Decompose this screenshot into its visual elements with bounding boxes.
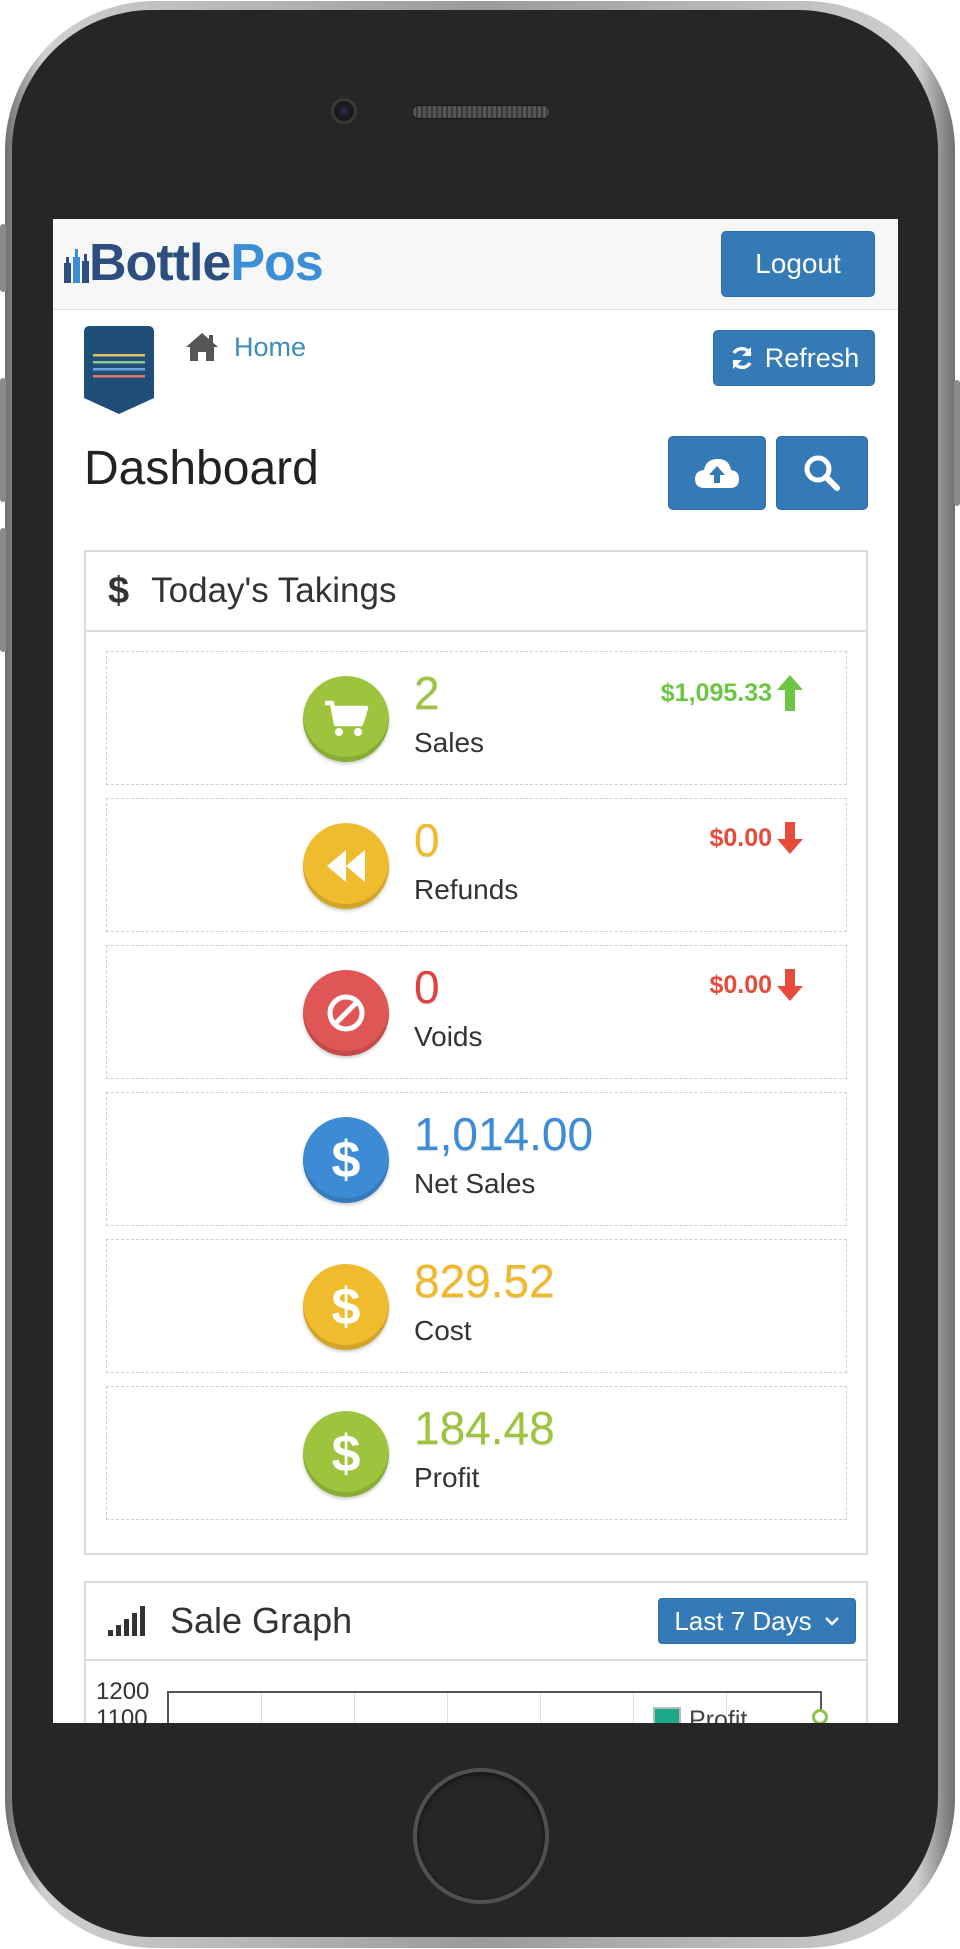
earpiece-speaker: [412, 105, 550, 119]
chart-legend: Profit: [653, 1706, 747, 1723]
ban-icon: [303, 970, 389, 1056]
sale-graph-panel: Sale Graph Last 7 Days 1200 1100 Profit: [84, 1581, 868, 1723]
breadcrumb-home-link[interactable]: Home: [184, 331, 306, 363]
sales-count: 2: [414, 667, 440, 719]
refunds-amount: $0.00: [709, 823, 772, 852]
cart-icon: [303, 676, 389, 762]
menu-toggle-icon[interactable]: [84, 326, 154, 414]
rewind-icon: [303, 823, 389, 909]
grid-line: [633, 1693, 634, 1723]
arrow-down-icon: [777, 969, 803, 1001]
bottlepos-logo[interactable]: Bottle Pos: [63, 233, 324, 293]
voids-amount: $0.00: [709, 970, 772, 999]
brand-name-part2: Pos: [230, 234, 323, 292]
legend-label-profit: Profit: [689, 1706, 748, 1723]
voids-trend: $0.00: [709, 968, 804, 1002]
cost-label: Cost: [414, 1315, 472, 1346]
refunds-trend: $0.00: [709, 821, 804, 855]
arrow-up-icon: [777, 675, 803, 711]
home-link-label: Home: [234, 331, 307, 362]
sale-graph-title: Sale Graph: [170, 1600, 353, 1641]
date-range-label: Last 7 Days: [674, 1605, 812, 1636]
cloud-upload-icon: [695, 459, 739, 488]
logout-button[interactable]: Logout: [721, 231, 875, 297]
stat-card-profit[interactable]: $ 184.48 Profit: [106, 1386, 847, 1520]
voids-count: 0: [414, 961, 440, 1013]
refunds-count: 0: [414, 814, 440, 866]
profit-data-point: [812, 1709, 828, 1723]
grid-line: [540, 1693, 541, 1723]
cost-value: 829.52: [414, 1255, 555, 1307]
profit-label: Profit: [414, 1462, 480, 1493]
date-range-dropdown[interactable]: Last 7 Days: [658, 1598, 856, 1644]
phone-volume-up: [0, 378, 6, 502]
sales-trend: $1,095.33: [661, 674, 804, 712]
sales-amount: $1,095.33: [660, 678, 772, 707]
home-icon: [186, 333, 218, 361]
net-sales-label: Net Sales: [414, 1168, 536, 1199]
sales-label: Sales: [414, 727, 485, 758]
signal-bars-icon: [108, 1606, 145, 1636]
grid-line: [261, 1693, 262, 1723]
phone-mute-switch: [0, 224, 6, 292]
arrow-down-icon: [777, 822, 803, 854]
grid-line: [447, 1693, 448, 1723]
takings-panel-header: $ Today's Takings: [86, 552, 866, 632]
dollar-icon: $: [303, 1117, 389, 1203]
dollar-icon: $: [303, 1411, 389, 1497]
y-tick-1100: 1100: [96, 1705, 148, 1723]
chevron-down-icon: [824, 1617, 839, 1626]
phone-volume-down: [0, 528, 6, 652]
upload-button[interactable]: [668, 436, 766, 510]
page-title: Dashboard: [84, 442, 319, 495]
front-camera: [331, 98, 357, 124]
refresh-label: Refresh: [764, 342, 860, 373]
stat-card-net-sales[interactable]: $ 1,014.00 Net Sales: [106, 1092, 847, 1226]
app-screen: BottlePos Logout Home Refresh Dashboard: [53, 219, 898, 1723]
refunds-label: Refunds: [414, 874, 519, 905]
net-sales-value: 1,014.00: [414, 1108, 594, 1160]
refresh-icon: [732, 346, 752, 370]
stat-card-cost[interactable]: $ 829.52 Cost: [106, 1239, 847, 1373]
dollar-icon: $: [303, 1264, 389, 1350]
search-button[interactable]: [776, 436, 868, 510]
takings-panel-title: Today's Takings: [151, 571, 397, 610]
profit-value: 184.48: [414, 1402, 555, 1454]
phone-home-button[interactable]: [413, 1768, 549, 1904]
top-navbar: Bottle Pos Logout: [53, 219, 898, 310]
todays-takings-panel: $ Today's Takings 2 Sales $1,095.33 0 Re…: [84, 550, 868, 1555]
phone-power-button: [954, 380, 960, 506]
brand-name-part1: Bottle: [89, 234, 231, 292]
bottles-logo-icon: [64, 249, 89, 283]
dollar-icon: $: [108, 569, 130, 612]
voids-label: Voids: [414, 1021, 483, 1052]
legend-swatch-profit: [653, 1706, 681, 1723]
refresh-button[interactable]: Refresh: [713, 330, 875, 386]
stat-card-refunds[interactable]: 0 Refunds $0.00: [106, 798, 847, 932]
search-icon: [804, 455, 840, 491]
stat-card-voids[interactable]: 0 Voids $0.00: [106, 945, 847, 1079]
grid-line: [354, 1693, 355, 1723]
y-tick-1200: 1200: [96, 1678, 150, 1705]
stat-card-sales[interactable]: 2 Sales $1,095.33: [106, 651, 847, 785]
